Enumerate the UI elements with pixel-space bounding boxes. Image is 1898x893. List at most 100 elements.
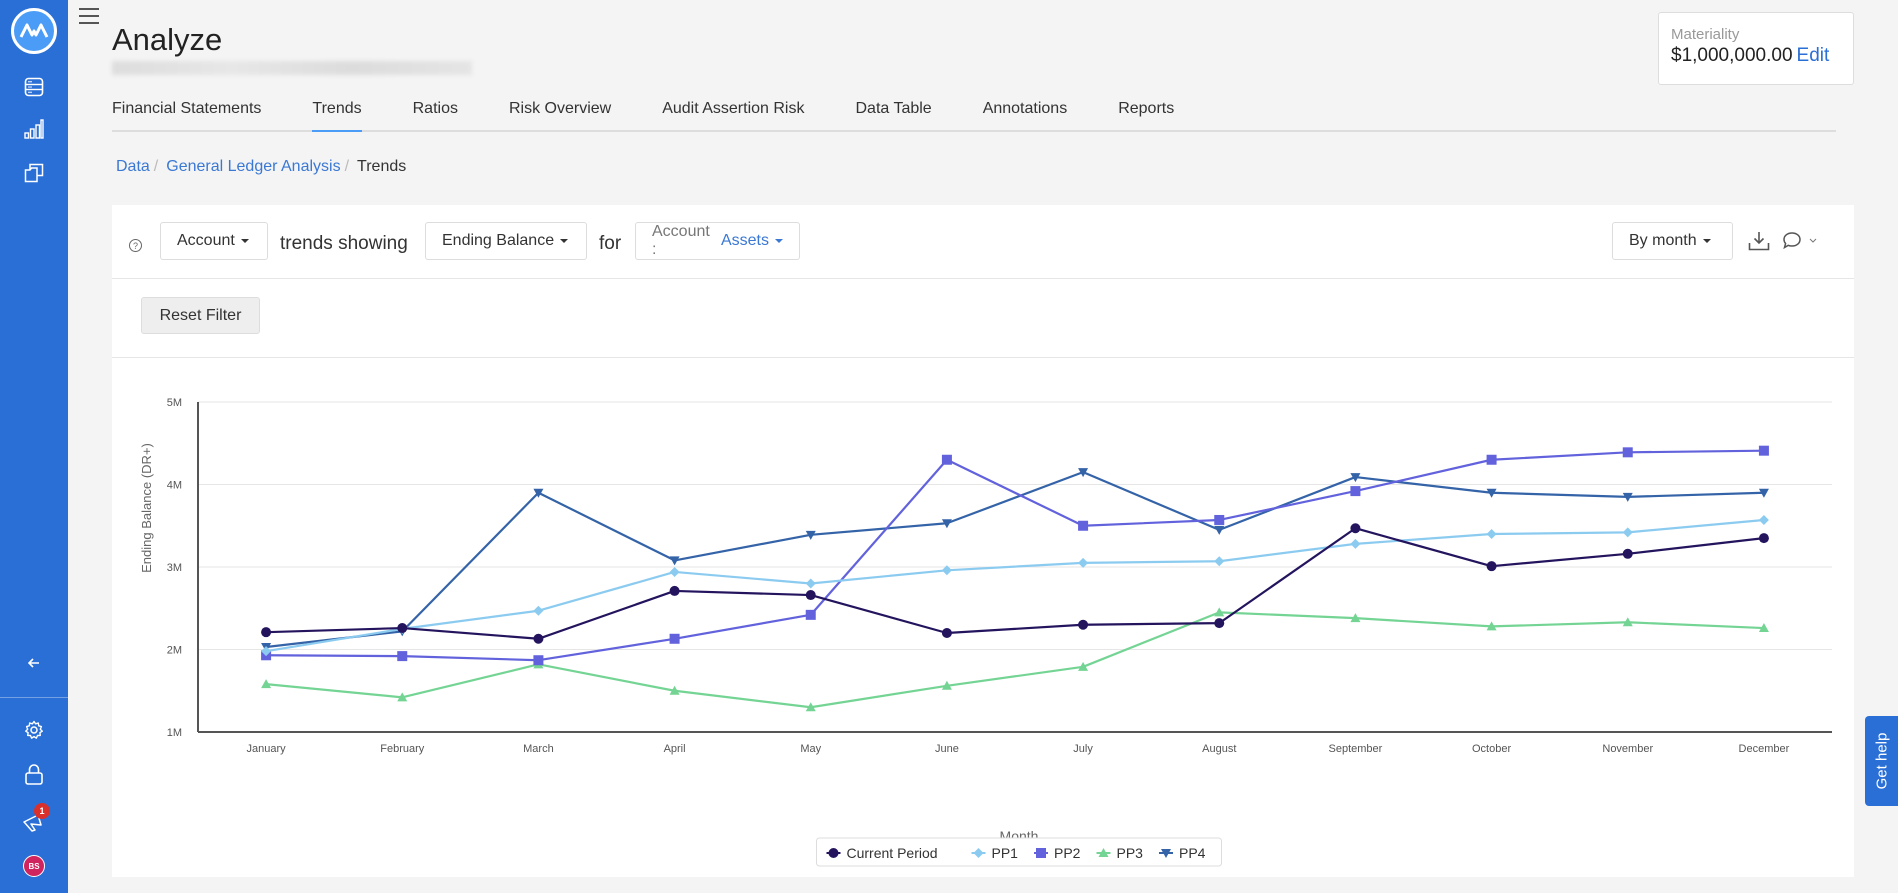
page-subtitle-redacted: [112, 61, 472, 75]
for-text: for: [599, 233, 622, 254]
legend-label: PP4: [1179, 845, 1206, 861]
data-point-pp1: [1214, 556, 1225, 567]
data-point-pp2: [1486, 454, 1497, 465]
y-axis: 1M 2M 3M 4M 5M: [167, 397, 199, 739]
app-logo[interactable]: [11, 8, 57, 54]
data-point-current-period: [1214, 618, 1225, 629]
breadcrumb-general-ledger-analysis[interactable]: General Ledger Analysis: [166, 158, 340, 176]
tab-ratios[interactable]: Ratios: [413, 94, 458, 130]
legend-label: Current Period: [847, 845, 938, 861]
data-point-pp1: [1350, 538, 1361, 549]
series-line-pp4: [265, 471, 1764, 649]
data-point-pp2: [1622, 447, 1633, 458]
tab-trends[interactable]: Trends: [312, 94, 362, 132]
data-point-current-period: [669, 585, 680, 596]
data-point-pp1: [805, 578, 816, 589]
tab-data-table[interactable]: Data Table: [855, 94, 931, 130]
tab-audit-assertion-risk[interactable]: Audit Assertion Risk: [662, 94, 804, 130]
get-help-label: Get help: [1873, 732, 1890, 790]
folders-icon[interactable]: [22, 161, 46, 185]
x-tick-label: May: [800, 743, 821, 755]
tab-financial-statements[interactable]: Financial Statements: [112, 94, 261, 130]
data-point-current-period: [533, 633, 544, 644]
database-icon[interactable]: [22, 75, 46, 99]
breadcrumb-data[interactable]: Data: [116, 158, 150, 176]
data-point-pp1: [1758, 514, 1769, 525]
x-tick-label: September: [1329, 743, 1383, 755]
reset-filter-button[interactable]: Reset Filter: [141, 297, 260, 334]
lock-icon[interactable]: [22, 762, 46, 786]
y-tick-label: 4M: [167, 480, 182, 492]
measure-dropdown[interactable]: Ending Balance: [425, 222, 587, 260]
breadcrumb: Data / General Ledger Analysis / Trends: [116, 158, 406, 176]
data-point-pp2: [1350, 486, 1361, 497]
trends-toolbar: ? Account trends showing Ending Balance …: [112, 205, 1854, 279]
tab-annotations[interactable]: Annotations: [983, 94, 1068, 130]
materiality-value: $1,000,000.00: [1671, 45, 1793, 66]
legend-marker: [1036, 848, 1046, 858]
notification-badge: 1: [34, 803, 50, 819]
group-by-dropdown[interactable]: Account: [160, 222, 268, 260]
data-point-pp2: [1214, 514, 1225, 525]
sidebar: 1 BS: [0, 0, 68, 893]
data-point-pp2: [1078, 520, 1089, 531]
data-point-current-period: [397, 623, 408, 634]
materiality-value-row: $1,000,000.00 Edit: [1671, 45, 1841, 67]
data-point-current-period: [1758, 533, 1769, 544]
y-axis-label: Ending Balance (DR+): [139, 443, 154, 573]
tab-reports[interactable]: Reports: [1118, 94, 1174, 130]
breadcrumb-separator: /: [153, 158, 159, 175]
bar-chart-icon[interactable]: [22, 117, 46, 141]
y-tick-label: 2M: [167, 645, 182, 657]
data-point-current-period: [805, 590, 816, 601]
gear-icon[interactable]: [22, 718, 46, 742]
caret-down-icon: [560, 239, 569, 243]
menu-toggle-icon[interactable]: [79, 8, 99, 24]
data-point-current-period: [1486, 561, 1497, 572]
legend-label: PP3: [1117, 845, 1144, 861]
question-circle-icon[interactable]: ?: [129, 239, 142, 252]
data-point-pp2: [1758, 445, 1769, 456]
caret-down-icon: [775, 239, 783, 243]
logo-mark-icon: [19, 23, 49, 38]
x-tick-label: August: [1202, 743, 1236, 755]
x-tick-label: April: [664, 743, 686, 755]
get-help-button[interactable]: Get help: [1865, 716, 1898, 806]
period-value: By month: [1629, 232, 1697, 249]
period-dropdown[interactable]: By month: [1612, 222, 1733, 260]
tab-risk-overview[interactable]: Risk Overview: [509, 94, 611, 130]
filter-value: Assets: [720, 232, 769, 249]
data-point-pp4: [669, 556, 680, 566]
x-tick-label: January: [247, 743, 287, 755]
filter-row: Reset Filter: [112, 279, 1854, 358]
x-tick-label: June: [935, 743, 959, 755]
filter-prefix: Account :: [652, 223, 710, 258]
measure-value: Ending Balance: [442, 232, 555, 249]
user-avatar[interactable]: BS: [23, 855, 45, 877]
legend-label: PP1: [992, 845, 1019, 861]
x-axis: January February March April May June July Augu…: [198, 731, 1832, 755]
caret-down-icon: [1702, 239, 1711, 243]
data-point-pp1: [1486, 529, 1497, 539]
series-line-pp1: [265, 518, 1765, 653]
download-icon[interactable]: [1748, 231, 1770, 256]
data-point-current-period: [941, 628, 952, 638]
data-point-pp2: [805, 609, 816, 620]
x-tick-label: March: [523, 743, 554, 755]
data-point-pp1: [1622, 527, 1633, 538]
account-filter-dropdown[interactable]: Account : Assets: [635, 222, 800, 260]
chart-legend: Current Period PP1 PP2 PP3 PP4: [816, 837, 1222, 867]
comment-icon[interactable]: [1782, 231, 1818, 256]
page-title: Analyze: [112, 22, 223, 57]
trends-card: ? Account trends showing Ending Balance …: [112, 205, 1854, 877]
data-point-pp1: [1078, 557, 1089, 568]
x-tick-label: February: [380, 743, 425, 755]
materiality-label: Materiality: [1671, 26, 1740, 43]
group-by-value: Account: [177, 232, 235, 249]
data-point-current-period: [1350, 523, 1361, 534]
data-point-pp1: [669, 566, 680, 577]
arrow-left-icon[interactable]: [22, 651, 46, 675]
data-point-pp2: [533, 655, 544, 666]
materiality-edit-link[interactable]: Edit: [1797, 45, 1830, 66]
data-point-pp2: [397, 651, 408, 662]
